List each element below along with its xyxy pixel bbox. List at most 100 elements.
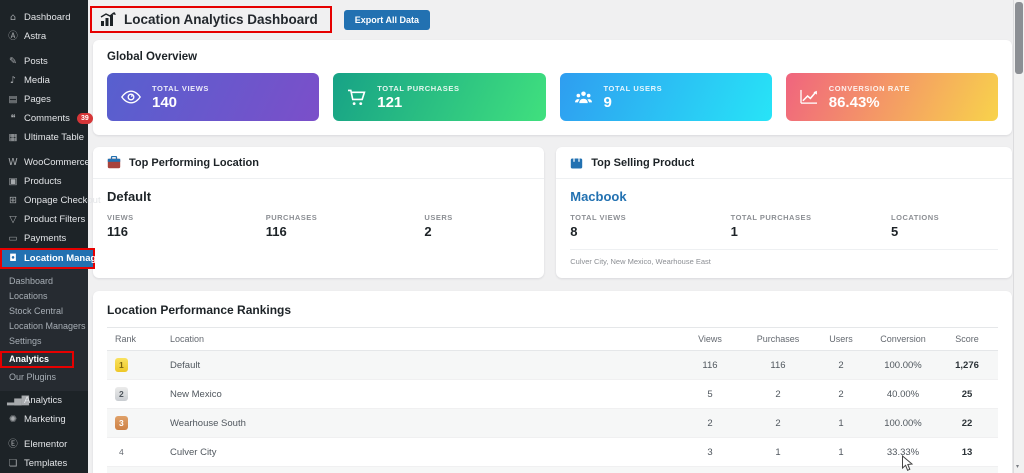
submenu-arrow-icon: ◂ <box>107 253 111 264</box>
submenu-item-location-managers[interactable]: Location Managers <box>0 319 88 334</box>
submenu-item-settings[interactable]: Settings <box>0 334 88 349</box>
stat-label: TOTAL VIEWS <box>152 84 209 93</box>
shopping-bag-icon <box>570 156 583 169</box>
sidebar-item-media[interactable]: ♪Media <box>0 71 88 90</box>
stat-label: CONVERSION RATE <box>829 84 910 93</box>
stat-value: 140 <box>152 94 209 111</box>
sidebar-item-dashboard[interactable]: ⌂Dashboard <box>0 8 88 27</box>
column-header-users: Users <box>812 328 870 351</box>
stat-label: TOTAL USERS <box>604 84 663 93</box>
stat-value: 1 <box>731 224 891 239</box>
cell-views: 2 <box>676 409 744 438</box>
cell-rank: 1 <box>107 351 162 380</box>
cell-purchases: 2 <box>744 409 812 438</box>
sidebar-item-label: Onpage Checkout <box>24 195 101 206</box>
sidebar-item-label: Products <box>24 176 62 187</box>
cell-purchases: 0 <box>744 467 812 473</box>
cell-views: 3 <box>676 438 744 467</box>
sidebar-item-elementor[interactable]: ⒺElementor <box>0 435 88 454</box>
sidebar-item-products[interactable]: ▣ Products <box>0 172 88 191</box>
product-stats: TOTAL VIEWS 8 TOTAL PURCHASES 1 LOCATION… <box>570 213 998 239</box>
total-views-card: TOTAL VIEWS 140 <box>107 73 319 121</box>
stat-label: VIEWS <box>107 213 266 222</box>
sidebar-item-analytics[interactable]: ▂▅▇Analytics <box>0 391 88 410</box>
cell-purchases: 116 <box>744 351 812 380</box>
sidebar-item-label: Posts <box>24 56 48 67</box>
stat-value: 8 <box>570 224 730 239</box>
card-header: Top Performing Location <box>93 147 544 179</box>
sidebar-item-label: Location Manage <box>24 253 102 264</box>
sidebar-item-onpage-checkout[interactable]: ⊞Onpage Checkout <box>0 191 88 210</box>
payments-card-icon: ▭ <box>7 233 19 244</box>
stat-value: 9 <box>604 94 663 111</box>
column-header-views: Views <box>676 328 744 351</box>
cell-location: Wearhouse South <box>162 409 676 438</box>
stat-purchases: PURCHASES 116 <box>266 213 425 239</box>
stat-label: LOCATIONS <box>891 213 998 222</box>
card-title: Top Performing Location <box>129 157 259 169</box>
analytics-chart-icon <box>100 12 116 27</box>
stat-total-purchases: TOTAL PURCHASES 1 <box>731 213 891 239</box>
card-title: Top Selling Product <box>591 157 694 169</box>
sidebar-item-label: Ultimate Table <box>24 132 84 143</box>
page-title: Location Analytics Dashboard <box>124 12 318 27</box>
cell-location: Wearhouse Wast <box>162 467 676 473</box>
column-header-location: Location <box>162 328 676 351</box>
stat-total-views: TOTAL VIEWS 8 <box>570 213 730 239</box>
stat-value: 86.43% <box>829 94 910 111</box>
trend-up-icon <box>800 89 818 105</box>
submenu-item-analytics[interactable]: Analytics <box>0 351 74 368</box>
stat-views: VIEWS 116 <box>107 213 266 239</box>
page-header: Location Analytics Dashboard Export All … <box>88 0 1012 37</box>
stat-value: 2 <box>424 224 530 239</box>
sidebar-item-astra[interactable]: ⒶAstra <box>0 27 88 46</box>
astra-icon: Ⓐ <box>7 31 19 42</box>
sidebar-item-templates[interactable]: ❏Templates <box>0 454 88 473</box>
comments-icon: ❝ <box>7 113 19 124</box>
cell-conversion: 100.00% <box>870 351 936 380</box>
sidebar-item-comments[interactable]: ❝Comments39 <box>0 109 88 128</box>
templates-folder-icon: ❏ <box>7 458 19 469</box>
sidebar-item-marketing[interactable]: ✺Marketing <box>0 410 88 429</box>
sidebar-item-payments[interactable]: ▭Payments <box>0 229 88 248</box>
submenu-item-stock-central[interactable]: Stock Central <box>0 304 88 319</box>
table-row: 4 Culver City 3 1 1 33.33% 13 <box>107 438 998 467</box>
sidebar-item-location-manage[interactable]: ◘ Location Manage ◂ <box>0 248 95 269</box>
sidebar-item-posts[interactable]: ✎Posts <box>0 52 88 71</box>
sidebar-item-pages[interactable]: ▤Pages <box>0 90 88 109</box>
top-selling-product-card: Top Selling Product Macbook TOTAL VIEWS … <box>556 147 1012 278</box>
scrollbar-down-arrow[interactable]: ▾ <box>1016 463 1019 470</box>
rank-number: 4 <box>115 445 128 459</box>
submenu-item-dashboard[interactable]: Dashboard <box>0 274 88 289</box>
cell-users: 1 <box>812 438 870 467</box>
table-row: 2 New Mexico 5 2 2 40.00% 25 <box>107 380 998 409</box>
sidebar-item-woocommerce[interactable]: WWooCommerce <box>0 153 88 172</box>
stats-grid: TOTAL VIEWS 140 TOTAL PURCHASES 121 TOTA… <box>107 73 998 121</box>
briefcase-icon <box>107 156 121 169</box>
cell-users: 2 <box>812 351 870 380</box>
admin-sidebar: ⌂Dashboard ⒶAstra ✎Posts ♪Media ▤Pages ❝… <box>0 0 88 473</box>
sidebar-item-label: Elementor <box>24 439 67 450</box>
sidebar-item-label: WooCommerce <box>24 157 90 168</box>
submenu-item-locations[interactable]: Locations <box>0 289 88 304</box>
cell-users: 1 <box>812 409 870 438</box>
cell-conversion: 40.00% <box>870 380 936 409</box>
sidebar-item-ultimate-table[interactable]: ▦Ultimate Table <box>0 128 88 147</box>
column-header-score: Score <box>936 328 998 351</box>
export-all-data-button[interactable]: Export All Data <box>344 10 430 30</box>
products-icon: ▣ <box>7 176 19 187</box>
cell-purchases: 1 <box>744 438 812 467</box>
column-header-conversion: Conversion <box>870 328 936 351</box>
checkout-cart-icon: ⊞ <box>7 195 19 206</box>
scrollbar-thumb[interactable] <box>1015 2 1023 74</box>
cell-score: 1,276 <box>936 351 998 380</box>
top-location-name: Default <box>107 189 530 204</box>
submenu-item-our-plugins[interactable]: Our Plugins <box>0 370 88 385</box>
vertical-scrollbar[interactable]: ▾ <box>1013 0 1024 473</box>
card-header: Top Selling Product <box>556 147 1012 179</box>
top-performing-location-card: Top Performing Location Default VIEWS 11… <box>93 147 544 278</box>
stat-users: USERS 2 <box>424 213 530 239</box>
sidebar-item-product-filters[interactable]: ▽Product Filters <box>0 210 88 229</box>
cell-rank: 5 <box>107 467 162 473</box>
cell-views: 116 <box>676 351 744 380</box>
